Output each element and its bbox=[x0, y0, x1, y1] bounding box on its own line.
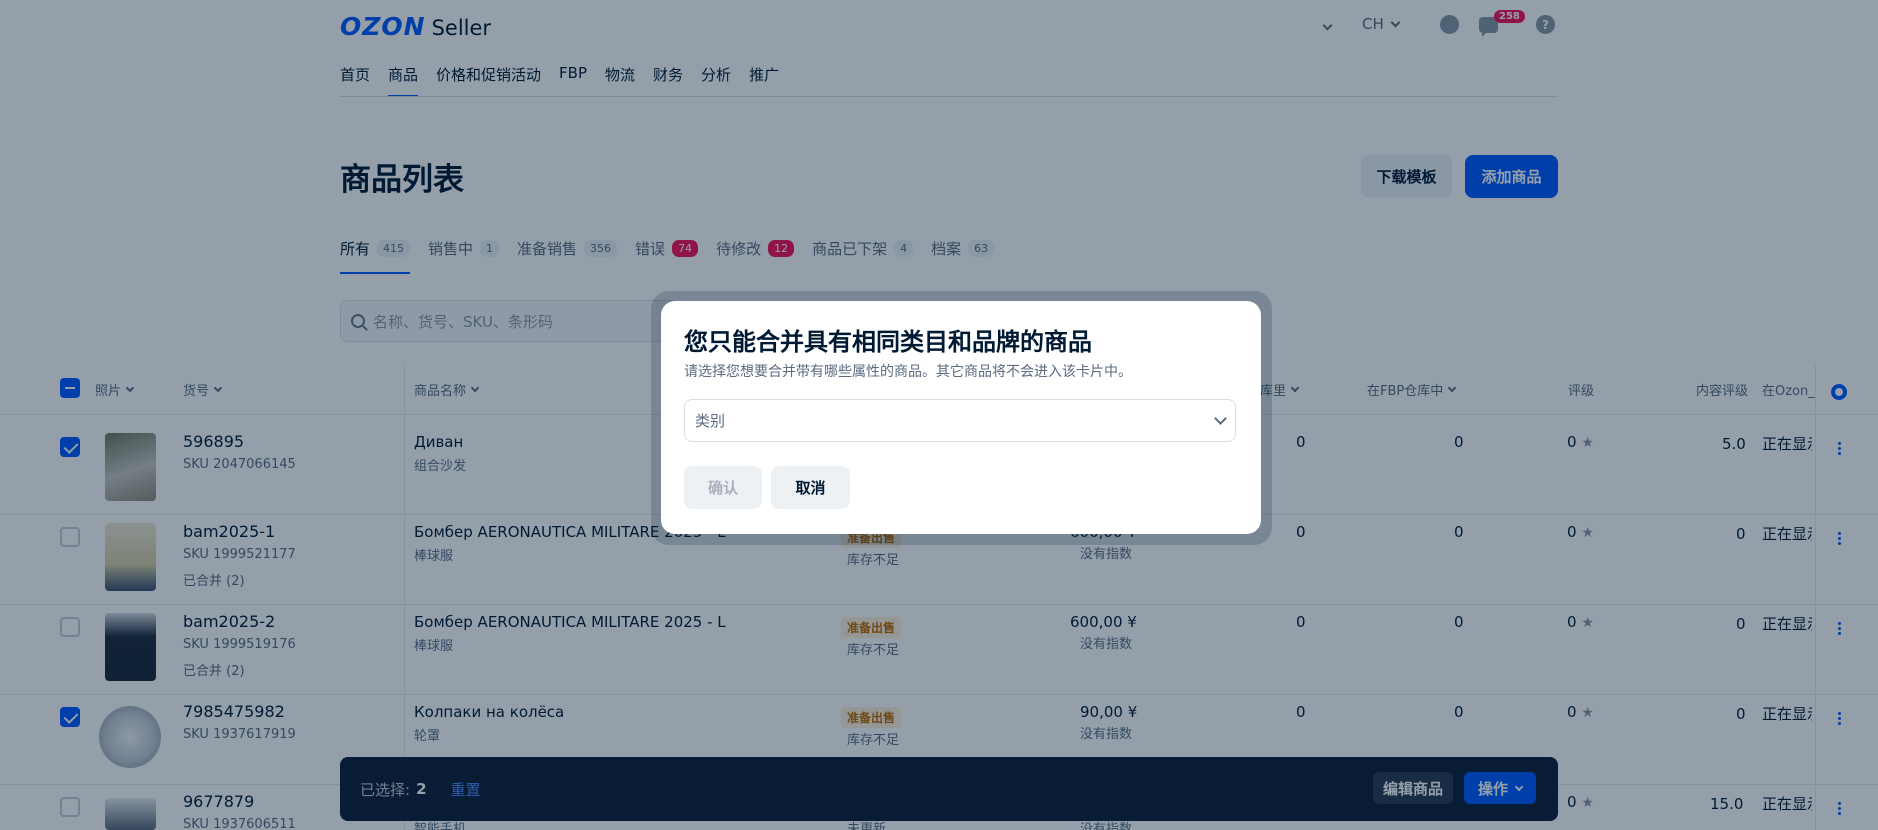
confirm-button[interactable]: 确认 bbox=[684, 466, 762, 509]
dialog-title: 您只能合并具有相同类目和品牌的商品 bbox=[684, 328, 1092, 356]
dialog-description: 请选择您想要合并带有哪些属性的商品。其它商品将不会进入该卡片中。 bbox=[684, 364, 1132, 380]
cancel-button[interactable]: 取消 bbox=[771, 466, 850, 509]
attribute-select[interactable]: 类别 bbox=[684, 399, 1236, 442]
select-placeholder: 类别 bbox=[695, 412, 726, 430]
chevron-down-icon bbox=[1214, 411, 1227, 425]
